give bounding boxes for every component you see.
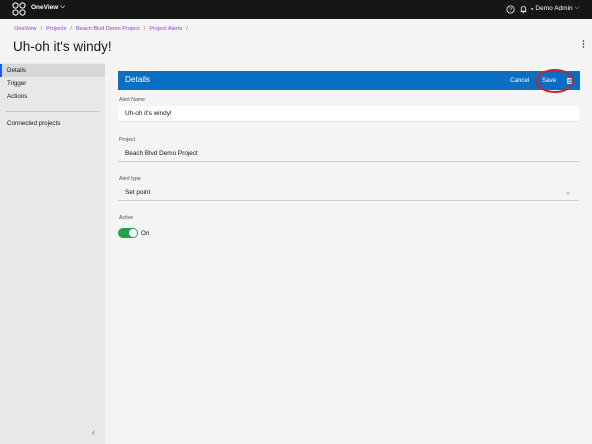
save-button[interactable]: Save [537, 72, 580, 89]
sidebar: Details Trigger Actions Connected projec… [0, 63, 105, 444]
svg-text:?: ? [509, 7, 512, 13]
breadcrumb: OneView / Projects / Beach Blvd Demo Pro… [14, 26, 188, 32]
panel-title: Details [125, 75, 151, 84]
bell-icon[interactable] [519, 5, 528, 14]
sidebar-item-actions[interactable]: Actions [0, 90, 105, 103]
breadcrumb-separator: / [40, 26, 43, 32]
alert-name-input[interactable]: Uh-oh it's windy! [118, 106, 579, 122]
user-status-dot-icon: ● [531, 5, 534, 11]
breadcrumb-separator: / [143, 26, 146, 32]
oneview-logo-icon[interactable] [12, 2, 26, 16]
page-header: OneView / Projects / Beach Blvd Demo Pro… [0, 19, 592, 63]
overflow-menu-icon[interactable] [582, 40, 585, 48]
alert-type-label: Alert type [119, 176, 141, 182]
product-name: OneView [31, 4, 59, 11]
product-switcher[interactable]: OneView ⌵ [31, 4, 65, 11]
details-panel-header: Details Cancel Save [118, 71, 580, 90]
active-label: Active [119, 215, 134, 221]
save-icon [567, 77, 573, 84]
top-navigation-bar: OneView ⌵ ? ● Demo Admin ⌵ [0, 0, 592, 19]
toggle-knob [129, 229, 137, 237]
chevron-down-icon [565, 191, 571, 195]
save-button-label: Save [542, 77, 557, 84]
chevron-down-icon: ⌵ [60, 4, 65, 10]
sidebar-item-trigger[interactable]: Trigger [0, 77, 105, 90]
collapse-sidebar-icon[interactable]: ‹ [92, 428, 95, 437]
user-name: Demo Admin [535, 4, 573, 12]
project-field: Beach Blvd Demo Project [118, 146, 579, 162]
breadcrumb-separator: / [186, 26, 188, 32]
breadcrumb-project[interactable]: Beach Blvd Demo Project [76, 26, 140, 32]
help-icon[interactable]: ? [506, 5, 515, 14]
chevron-down-icon: ⌵ [574, 4, 580, 11]
breadcrumb-projects[interactable]: Projects [46, 26, 66, 32]
sidebar-item-details[interactable]: Details [0, 64, 105, 77]
alert-type-value: Set point [125, 189, 151, 196]
page-title: Uh-oh it's windy! [13, 39, 112, 54]
active-toggle[interactable] [118, 228, 138, 238]
breadcrumb-project-alerts[interactable]: Project Alerts [149, 26, 182, 32]
user-menu[interactable]: ● Demo Admin ⌵ [531, 4, 580, 12]
alert-name-label: Alert Name [119, 97, 145, 103]
alert-type-select[interactable]: Set point [118, 185, 579, 201]
active-toggle-state: On [141, 230, 150, 237]
breadcrumb-separator: / [70, 26, 72, 32]
sidebar-divider [6, 111, 99, 112]
project-label: Project [119, 137, 136, 143]
breadcrumb-oneview[interactable]: OneView [14, 26, 37, 32]
sidebar-item-connected-projects[interactable]: Connected projects [0, 117, 105, 130]
cancel-button[interactable]: Cancel [510, 77, 529, 84]
